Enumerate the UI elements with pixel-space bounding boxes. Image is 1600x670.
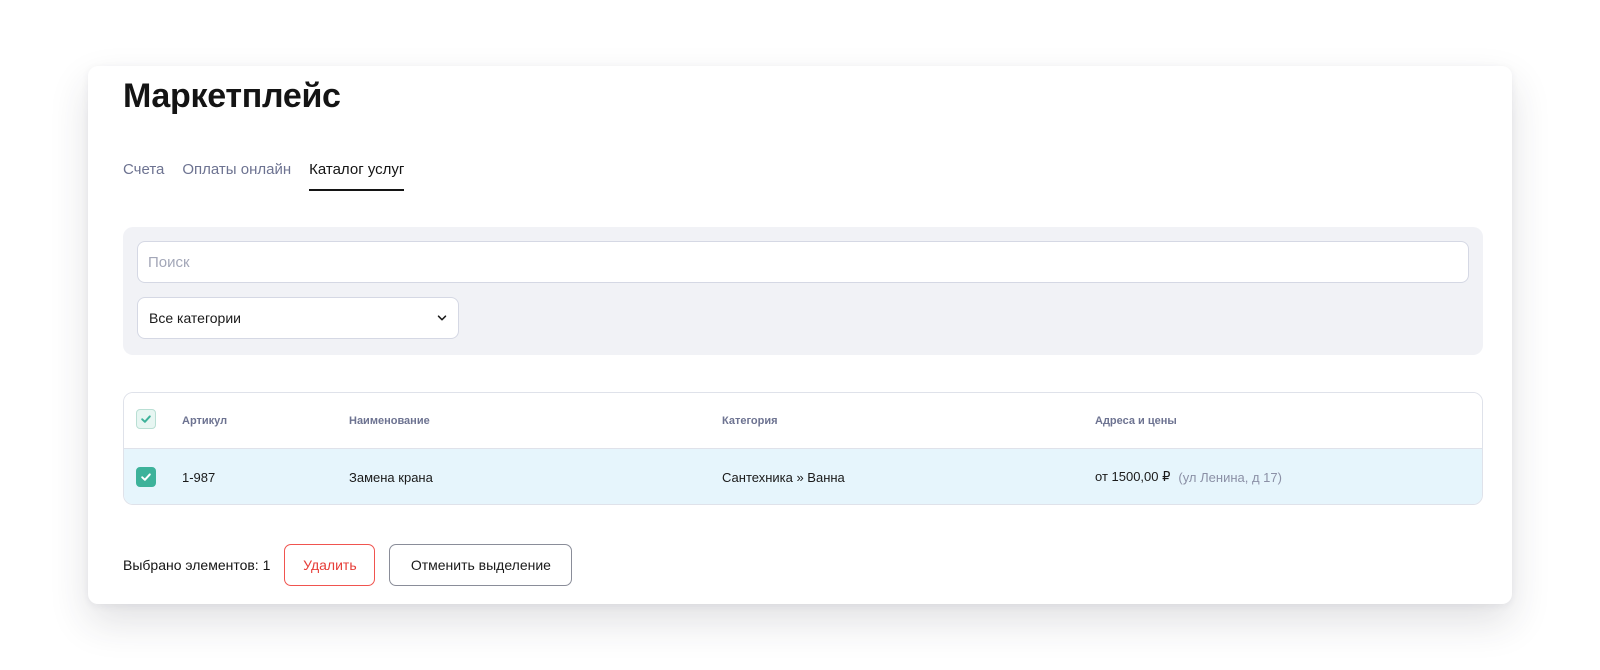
row-checkbox[interactable]: [136, 467, 156, 487]
row-addresses-prices: от 1500,00 ₽ (ул Ленина, д 17): [1095, 449, 1282, 504]
column-header-addresses-prices: Адреса и цены: [1095, 414, 1177, 427]
cancel-selection-button[interactable]: Отменить выделение: [389, 544, 573, 586]
tab-online-payments[interactable]: Оплаты онлайн: [182, 160, 291, 191]
table-row[interactable]: 1-987 Замена крана Сантехника » Ванна от…: [124, 449, 1482, 504]
row-sku: 1-987: [182, 469, 216, 485]
selected-count: Выбрано элементов: 1: [123, 557, 271, 573]
chevron-down-icon: [436, 312, 448, 324]
check-icon: [141, 473, 151, 481]
tab-invoices[interactable]: Счета: [123, 160, 164, 191]
services-table: Артикул Наименование Категория Адреса и …: [123, 392, 1483, 505]
row-category: Сантехника » Ванна: [722, 469, 845, 485]
tab-service-catalog[interactable]: Каталог услуг: [309, 160, 405, 191]
category-select[interactable]: Все категории: [137, 297, 459, 339]
table-header: Артикул Наименование Категория Адреса и …: [124, 393, 1482, 449]
check-icon: [141, 415, 151, 423]
marketplace-card: Маркетплейс Счета Оплаты онлайн Каталог …: [88, 66, 1512, 604]
search-input[interactable]: [137, 241, 1469, 283]
row-price: от 1500,00 ₽: [1095, 469, 1171, 484]
column-header-name: Наименование: [349, 414, 430, 427]
filter-panel: Все категории: [123, 227, 1483, 355]
category-select-value: Все категории: [149, 310, 241, 326]
selection-footer: Выбрано элементов: 1 Удалить Отменить вы…: [123, 544, 573, 586]
row-address: (ул Ленина, д 17): [1178, 469, 1282, 485]
delete-button[interactable]: Удалить: [284, 544, 376, 586]
column-header-category: Категория: [722, 414, 778, 427]
page-title: Маркетплейс: [123, 77, 341, 115]
select-all-checkbox[interactable]: [136, 409, 156, 429]
column-header-sku: Артикул: [182, 414, 228, 427]
row-name: Замена крана: [349, 469, 433, 485]
tab-bar: Счета Оплаты онлайн Каталог услуг: [123, 160, 405, 191]
